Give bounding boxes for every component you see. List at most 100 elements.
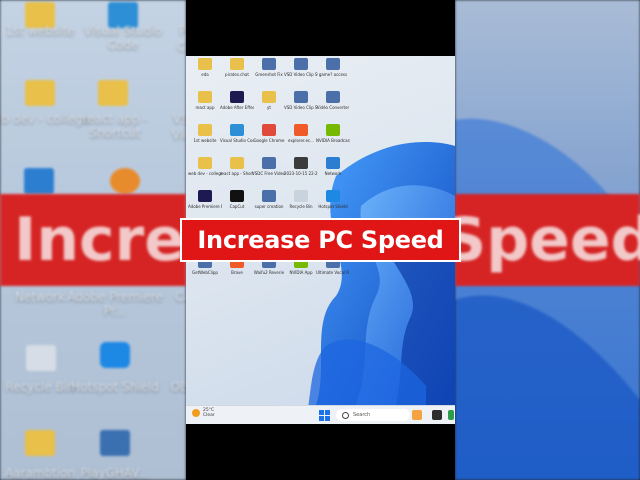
folder-icon (198, 91, 212, 103)
desktop-icon-label: web dev - college (188, 171, 222, 176)
chrome-icon (262, 124, 276, 136)
app-icon (262, 157, 276, 169)
desktop-icon-label: react app - Shortcut (220, 171, 254, 176)
desktop-icon-label: 2023-10-15 22-26-45 (284, 171, 318, 176)
network-icon (24, 168, 54, 194)
desktop-icon[interactable]: NVIDIA Broadcast (316, 124, 350, 143)
desktop-icon[interactable]: Recycle Bin (284, 190, 318, 209)
title-banner: Increase PC Speed (180, 218, 461, 262)
desktop-icon-label: CapCut (229, 204, 245, 209)
desktop-icon[interactable]: pirates.chat (220, 58, 254, 77)
desktop-icon-label: game? access (318, 72, 348, 77)
desktop-icon-label: Adobe After Effects 2023 (220, 105, 254, 110)
desktop-icon[interactable]: Hotspot Shield (316, 190, 350, 209)
desktop-icon[interactable]: Network (316, 157, 350, 176)
app-icon (294, 58, 308, 70)
folder-shortcut-icon (230, 157, 244, 169)
desktop-icon[interactable]: react app (188, 91, 222, 110)
left-label: Ca (175, 290, 186, 304)
desktop-icon[interactable]: VSDC Free Video Editor (252, 157, 286, 176)
shield-icon (100, 342, 130, 368)
desktop-icon-label: Brave (231, 270, 243, 275)
desktop-icon-label: Hotspot Shield (318, 204, 348, 209)
recycle-bin-icon (26, 345, 56, 371)
capcut-icon (230, 190, 244, 202)
desktop-icon-label: Waifu2 Reverie (253, 270, 285, 275)
desktop-icon-label: explorer.ec... (288, 138, 314, 143)
shield-icon (326, 190, 340, 202)
folder-icon (25, 80, 55, 106)
app-icon (262, 58, 276, 70)
app-icon (326, 91, 340, 103)
folder-icon (198, 157, 212, 169)
desktop-icon[interactable]: Adobe After Effects 2023 (220, 91, 254, 110)
desktop-icon[interactable]: Greenshot Fix (252, 58, 286, 77)
desktop-icon-label: VSDC Free Video Editor (252, 171, 286, 176)
desktop-icon[interactable]: explorer.ec... (284, 124, 318, 143)
banner-title: Increase PC Speed (197, 226, 444, 254)
network-icon (326, 157, 340, 169)
app-icon (294, 91, 308, 103)
video-top-strip (186, 0, 455, 56)
folder-icon (230, 58, 244, 70)
desktop-icon[interactable]: react app - Shortcut (220, 157, 254, 176)
video-icon (294, 157, 308, 169)
desktop-icon-label: Network (324, 171, 342, 176)
desktop-icon[interactable]: super creation (252, 190, 286, 209)
desktop-icon-label: 1st website (193, 138, 217, 143)
search-icon (342, 411, 349, 419)
weather-cond: Clear (203, 413, 215, 418)
desktop-icon[interactable]: web dev - college (188, 157, 222, 176)
desktop-icon[interactable]: eda (188, 58, 222, 77)
desktop-icon-label: Recycle Bin (289, 204, 313, 209)
blurred-banner-right: Speed (443, 194, 640, 286)
desktop-icon-label: Adobe Premiere Pr... (188, 204, 222, 209)
desktop-icon[interactable]: VSD Video Clip Studio Shortcut (284, 91, 318, 110)
desktop-icon[interactable]: VSD Video Clip Studio - Sh... (284, 58, 318, 77)
blender-icon (110, 168, 140, 194)
left-label: Cl (177, 40, 186, 54)
weather-widget[interactable]: 25°C Clear (192, 408, 215, 418)
brave-icon (294, 124, 308, 136)
taskbar-app-icon[interactable] (412, 410, 422, 420)
left-label: PlayGHAV... (80, 466, 150, 480)
desktop-icon[interactable]: Google Chrome (252, 124, 286, 143)
desktop-icon-label: yt (267, 105, 271, 110)
folder-icon (25, 430, 55, 456)
sun-icon (192, 409, 200, 417)
taskbar-search[interactable]: Search (336, 409, 410, 421)
desktop-icon-label: NVIDIA Broadcast (316, 138, 350, 143)
left-label: OBS (170, 380, 186, 394)
blurred-banner-left: Increase PC Speed (0, 194, 640, 286)
left-label: VSC (172, 112, 186, 126)
desktop-icon-label: Google Chrome (253, 138, 285, 143)
desktop-icon-label: Ultimate Vocal R... (316, 270, 350, 275)
file-explorer-icon[interactable] (432, 410, 442, 420)
taskbar-app-icon[interactable] (448, 410, 454, 420)
app-icon (100, 430, 130, 456)
video-bottom-strip (186, 424, 455, 480)
desktop-icon-label: NVIDIA App (289, 270, 313, 275)
folder-shortcut-icon (98, 80, 128, 106)
desktop-icon[interactable]: 1st website (188, 124, 222, 143)
folder-icon (198, 58, 212, 70)
left-label: Vide (171, 128, 186, 142)
desktop-icon[interactable]: Visual Studio Code (220, 124, 254, 143)
vscode-icon (230, 124, 244, 136)
nvidia-icon (326, 124, 340, 136)
desktop-icon[interactable]: game? access (316, 58, 350, 77)
recycle-bin-icon (294, 190, 308, 202)
desktop-icon[interactable]: CapCut (220, 190, 254, 209)
desktop-icon-label: VSD Video Clip Studio Shortcut (284, 105, 318, 110)
app-icon (262, 190, 276, 202)
desktop-icon-label: Visual Studio Code (220, 138, 254, 143)
desktop-icon[interactable]: Vidéo Converter (316, 91, 350, 110)
desktop-icon-label: VSD Video Clip Studio - Sh... (284, 72, 318, 77)
app-icon (326, 58, 340, 70)
desktop-icon[interactable]: yt (252, 91, 286, 110)
desktop-icon[interactable]: 2023-10-15 22-26-45 (284, 157, 318, 176)
desktop-icon-label: super creation (254, 204, 284, 209)
after-effects-icon (230, 91, 244, 103)
windows-start-icon[interactable] (319, 410, 330, 421)
desktop-icon[interactable]: Adobe Premiere Pr... (188, 190, 222, 209)
